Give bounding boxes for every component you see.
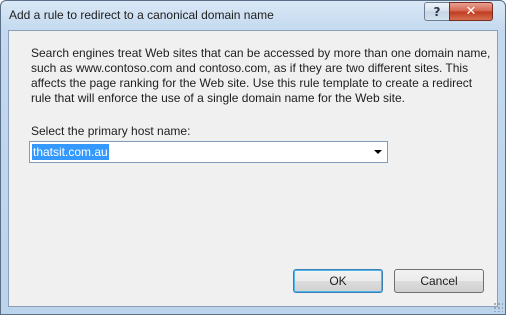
resize-grip[interactable] (493, 302, 503, 312)
cancel-button[interactable]: Cancel (394, 269, 484, 293)
primary-host-dropdown[interactable]: thatsit.com.au (29, 141, 388, 163)
ok-button[interactable]: OK (293, 269, 383, 293)
dialog-body: Search engines treat Web sites that can … (8, 30, 498, 307)
dialog-window: Add a rule to redirect to a canonical do… (0, 0, 506, 315)
chevron-down-icon[interactable] (374, 150, 382, 154)
description-text: Search engines treat Web sites that can … (31, 46, 491, 105)
close-button[interactable]: ✕ (449, 2, 493, 21)
title-bar[interactable]: Add a rule to redirect to a canonical do… (1, 1, 505, 31)
close-icon: ✕ (465, 4, 477, 19)
help-icon: ? (433, 4, 441, 19)
dialog-title: Add a rule to redirect to a canonical do… (9, 8, 274, 22)
selected-host-name: thatsit.com.au (32, 144, 109, 160)
help-button[interactable]: ? (424, 2, 450, 21)
primary-host-label: Select the primary host name: (31, 124, 191, 138)
